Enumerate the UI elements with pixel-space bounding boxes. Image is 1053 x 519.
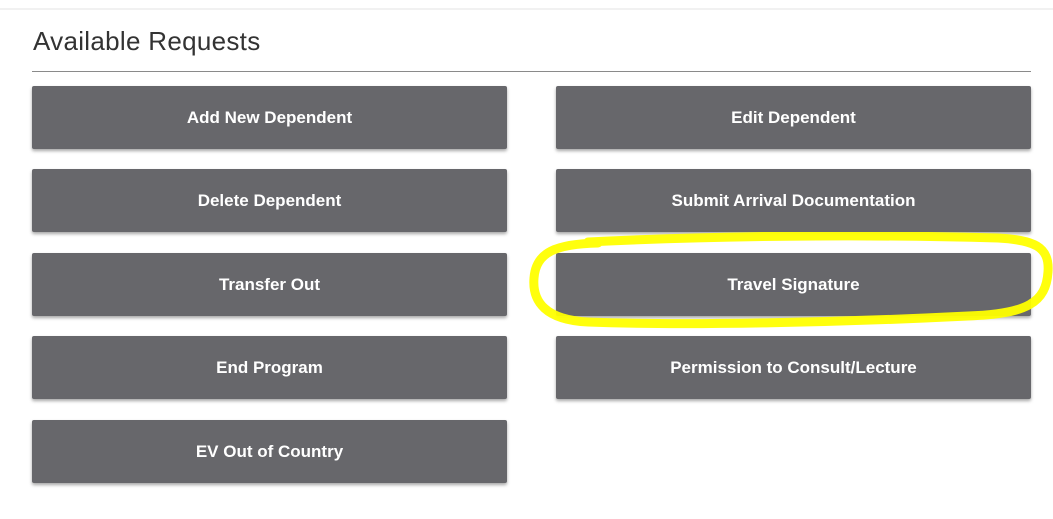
available-requests-page: Available Requests Add New Dependent Edi… [0,0,1053,519]
top-border [0,8,1053,10]
end-program-button[interactable]: End Program [32,336,507,399]
section-title: Available Requests [33,26,261,56]
edit-dependent-button[interactable]: Edit Dependent [556,86,1031,149]
ev-out-of-country-button[interactable]: EV Out of Country [32,420,507,483]
submit-arrival-documentation-button[interactable]: Submit Arrival Documentation [556,169,1031,232]
permission-to-consult-lecture-button[interactable]: Permission to Consult/Lecture [556,336,1031,399]
delete-dependent-button[interactable]: Delete Dependent [32,169,507,232]
transfer-out-button[interactable]: Transfer Out [32,253,507,316]
title-divider [32,71,1031,72]
add-new-dependent-button[interactable]: Add New Dependent [32,86,507,149]
travel-signature-button[interactable]: Travel Signature [556,253,1031,316]
